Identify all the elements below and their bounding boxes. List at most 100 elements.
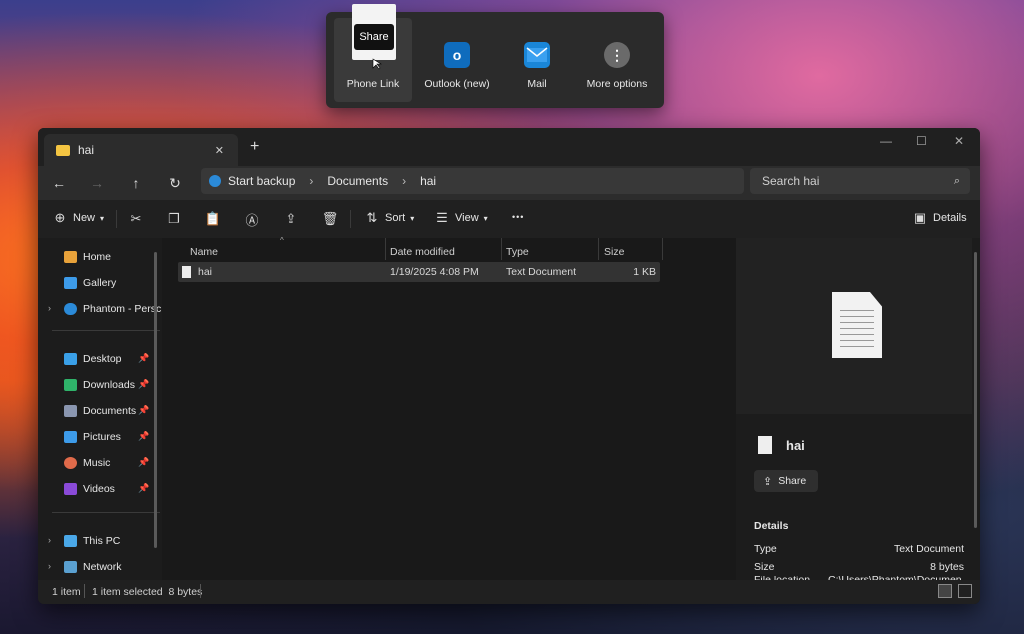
file-icon: [758, 436, 772, 454]
column-header-size[interactable]: Size: [604, 242, 624, 262]
computer-icon: [64, 535, 77, 547]
view-icon: ☰: [436, 210, 448, 225]
share-icon[interactable]: ⇪: [283, 211, 299, 227]
sidebar-item-desktop[interactable]: Desktop: [64, 350, 122, 368]
tab-title: hai: [78, 143, 95, 157]
details-view-icon[interactable]: [938, 584, 952, 598]
sidebar-item-network[interactable]: Network: [64, 558, 122, 576]
sidebar-item-label: Home: [83, 251, 112, 263]
more-options-button[interactable]: •••: [512, 212, 524, 222]
share-target-more-options[interactable]: ⋮ More options: [578, 18, 656, 102]
search-input[interactable]: Search hai ⌕: [750, 168, 970, 194]
toolbar-divider: [116, 210, 117, 228]
file-preview: [736, 238, 972, 414]
text-document-icon: [182, 266, 191, 278]
new-label: New: [73, 212, 96, 224]
navigation-bar: ← → ↑ ↻ Start backup › Documents › hai S…: [38, 166, 980, 200]
share-target-label: More options: [586, 78, 648, 90]
sidebar-item-downloads[interactable]: Downloads: [64, 376, 135, 394]
videos-icon: [64, 483, 77, 495]
column-header-date-modified[interactable]: Date modified: [390, 242, 455, 262]
tab-bar: hai ✕ + — ☐ ✕: [38, 128, 980, 166]
sort-button[interactable]: ⇅ Sort ▾: [364, 210, 415, 226]
command-bar: ⊕ New ▾ ✂ ❐ 📋 Ⓐ ⇪ 🗑 ⇅ Sort ▾ ☰ View ▾ ••…: [38, 200, 980, 239]
maximize-button[interactable]: ☐: [916, 134, 927, 148]
address-bar[interactable]: Start backup › Documents › hai: [201, 168, 744, 194]
details-share-button[interactable]: ⇪ Share: [754, 470, 818, 492]
plus-circle-icon: ⊕: [54, 210, 66, 225]
sidebar-item-onedrive[interactable]: Phantom - Persc: [64, 300, 161, 318]
share-target-label: Phone Link: [346, 78, 400, 90]
delete-icon[interactable]: 🗑: [322, 211, 339, 227]
status-selection: 1 item selected 8 bytes: [92, 586, 203, 598]
breadcrumb-start-backup[interactable]: Start backup: [228, 174, 295, 188]
file-row[interactable]: hai 1/19/2025 4:08 PM Text Document 1 KB: [178, 262, 660, 282]
chevron-right-icon[interactable]: ›: [48, 535, 51, 545]
share-target-outlook[interactable]: o Outlook (new): [418, 18, 496, 102]
close-window-button[interactable]: ✕: [954, 134, 964, 148]
view-button[interactable]: ☰ View ▾: [434, 210, 488, 226]
back-arrow-icon[interactable]: ←: [50, 174, 68, 192]
share-tooltip: Share: [354, 24, 394, 50]
sidebar-scrollbar[interactable]: [154, 252, 157, 548]
close-tab-icon[interactable]: ✕: [215, 144, 224, 157]
chevron-right-icon[interactable]: ›: [48, 303, 51, 313]
pictures-icon: [64, 431, 77, 443]
sidebar-item-music[interactable]: Music: [64, 454, 110, 472]
documents-icon: [64, 405, 77, 417]
sidebar-item-home[interactable]: Home: [64, 248, 111, 266]
share-target-mail[interactable]: Mail: [498, 18, 576, 102]
column-separator[interactable]: [385, 238, 386, 260]
chevron-down-icon: ▾: [483, 213, 488, 223]
sort-label: Sort: [385, 212, 406, 224]
gallery-icon: [64, 277, 77, 289]
sort-icon: ⇅: [366, 210, 378, 225]
file-type: Text Document: [506, 266, 577, 278]
breadcrumb-hai[interactable]: hai: [420, 174, 436, 188]
pin-icon: 📌: [138, 379, 150, 389]
file-date: 1/19/2025 4:08 PM: [390, 266, 479, 278]
sidebar-item-label: Gallery: [83, 277, 117, 289]
chevron-right-icon[interactable]: ›: [48, 561, 51, 571]
tab-hai[interactable]: hai ✕: [44, 134, 238, 166]
sidebar-item-label: Network: [83, 561, 122, 573]
cut-icon[interactable]: ✂: [128, 211, 144, 227]
paste-icon[interactable]: 📋: [205, 211, 221, 227]
breadcrumb-documents[interactable]: Documents: [327, 174, 388, 188]
navigation-pane: Home Gallery › Phantom - Persc Desktop 📌…: [38, 238, 162, 580]
cursor-icon: [372, 58, 382, 70]
sidebar-item-documents[interactable]: Documents: [64, 402, 136, 420]
column-separator[interactable]: [598, 238, 599, 260]
details-pane-button[interactable]: ▣ Details: [912, 210, 967, 226]
new-tab-button[interactable]: +: [250, 138, 259, 156]
new-button[interactable]: ⊕ New ▾: [52, 210, 104, 226]
sidebar-item-label: Desktop: [83, 353, 122, 365]
sort-ascending-icon: ^: [280, 236, 284, 245]
sidebar-item-pictures[interactable]: Pictures: [64, 428, 121, 446]
details-scrollbar[interactable]: [974, 252, 977, 528]
refresh-icon[interactable]: ↻: [166, 174, 184, 192]
tiles-view-icon[interactable]: [958, 584, 972, 598]
pin-icon: 📌: [138, 457, 150, 467]
download-icon: [64, 379, 77, 391]
file-name: hai: [198, 266, 213, 278]
file-size: 1 KB: [633, 266, 656, 278]
minimize-button[interactable]: —: [880, 134, 892, 148]
copy-icon[interactable]: ❐: [166, 211, 182, 227]
rename-icon[interactable]: Ⓐ: [244, 211, 260, 228]
detail-key: Size: [754, 561, 775, 573]
column-separator[interactable]: [501, 238, 502, 260]
column-header-type[interactable]: Type: [506, 242, 529, 262]
up-arrow-icon[interactable]: ↑: [127, 174, 145, 192]
column-header-name[interactable]: Name: [190, 242, 218, 262]
sidebar-item-this-pc[interactable]: This PC: [64, 532, 120, 550]
cloud-icon: [64, 303, 77, 315]
sidebar-item-videos[interactable]: Videos: [64, 480, 115, 498]
details-label: Details: [933, 212, 967, 224]
forward-arrow-icon[interactable]: →: [88, 174, 106, 192]
pin-icon: 📌: [138, 405, 150, 415]
music-icon: [64, 457, 77, 469]
sidebar-item-gallery[interactable]: Gallery: [64, 274, 116, 292]
column-separator[interactable]: [662, 238, 663, 260]
share-target-label: Mail: [527, 78, 547, 90]
